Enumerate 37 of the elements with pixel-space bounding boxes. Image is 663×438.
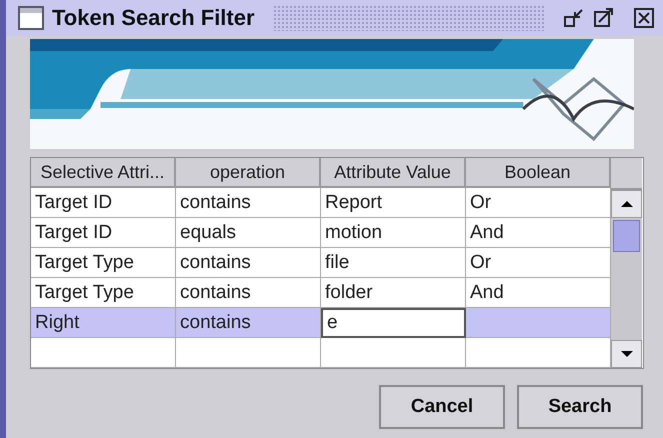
table-cell: Right xyxy=(31,308,176,338)
table-cell: Target ID xyxy=(31,188,176,218)
search-button[interactable]: Search xyxy=(517,385,643,429)
table-cell: Target Type xyxy=(31,278,176,308)
column-header[interactable]: Attribute Value xyxy=(321,158,466,188)
minimize-icon[interactable] xyxy=(563,7,585,29)
close-icon[interactable] xyxy=(633,7,655,29)
column-header[interactable]: operation xyxy=(176,158,321,188)
table-cell: folder xyxy=(321,278,466,308)
column-header[interactable]: Boolean xyxy=(466,158,611,188)
column-header[interactable]: Selective Attri... xyxy=(31,158,176,188)
table-cell: Or xyxy=(466,188,611,218)
table-cell: contains xyxy=(176,278,321,308)
table-cell: file xyxy=(321,248,466,278)
scroll-thumb[interactable] xyxy=(613,220,640,252)
table-cell: And xyxy=(466,218,611,248)
table-cell: Report xyxy=(321,188,466,218)
up-arrow-icon xyxy=(620,200,632,208)
scrollbar[interactable] xyxy=(611,158,642,368)
table-cell: Target Type xyxy=(31,248,176,278)
cell-editor[interactable]: e xyxy=(321,308,466,338)
down-arrow-icon xyxy=(620,350,632,358)
table-cell: Or xyxy=(466,248,611,278)
table-cell: Target ID xyxy=(31,218,176,248)
table-cell: contains xyxy=(176,308,321,338)
window-icon xyxy=(18,6,44,30)
header-corner xyxy=(611,158,642,190)
cancel-button[interactable]: Cancel xyxy=(379,385,505,429)
maximize-icon[interactable] xyxy=(593,7,615,29)
table-cell: contains xyxy=(176,188,321,218)
window-title: Token Search Filter xyxy=(52,5,255,31)
table-cell: contains xyxy=(176,248,321,278)
scroll-up-button[interactable] xyxy=(611,190,642,218)
table-cell: equals xyxy=(176,218,321,248)
table-cell: And xyxy=(466,278,611,308)
scroll-down-button[interactable] xyxy=(611,340,642,368)
table-cell: motion xyxy=(321,218,466,248)
